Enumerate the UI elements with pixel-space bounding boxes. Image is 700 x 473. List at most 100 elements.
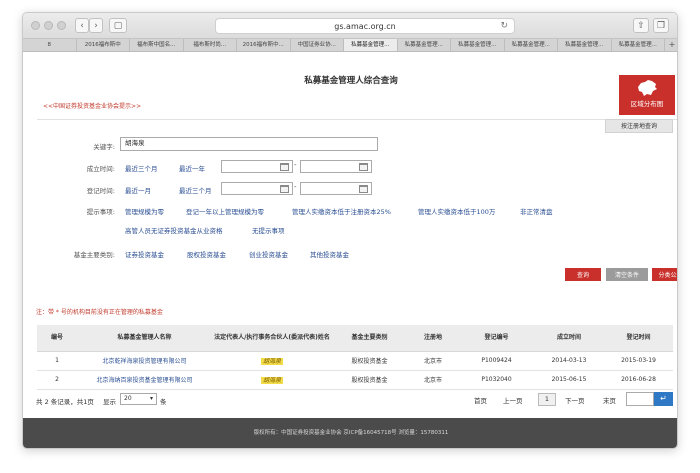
calendar-icon[interactable] (359, 185, 368, 193)
chevron-down-icon: ▾ (149, 395, 153, 402)
classify-publicity-button[interactable]: 分类公示 (652, 268, 677, 281)
cell-location: 北京市 (407, 351, 459, 371)
current-page[interactable]: 1 (538, 393, 556, 406)
browser-tab[interactable]: 私募基金管理... (398, 39, 451, 51)
cell-legal-rep: 胡海泉 (212, 351, 332, 371)
tips-label: 提示事项: (86, 208, 115, 216)
cell-manager-link[interactable]: 北京乾祥海泉投资管理有限公司 (77, 351, 212, 371)
back-button[interactable]: ‹ (75, 18, 89, 33)
tip-no-qualification-link[interactable]: 高管人员无证券投资基金从业资格 (125, 225, 223, 235)
association-hint-link[interactable]: <<中国证券投资基金业协会提示>> (43, 101, 141, 110)
category-securities-link[interactable]: 证券投资基金 (125, 249, 164, 259)
browser-tab-active[interactable]: 私募基金管理... (344, 39, 398, 51)
tip-zero-scale-link[interactable]: 管理规模为零 (125, 206, 164, 216)
page-size-select[interactable]: 20 ▾ (120, 393, 157, 405)
browser-tab[interactable]: 中国证券业协... (291, 39, 344, 51)
established-end-date-input[interactable] (300, 160, 372, 173)
browser-tab[interactable]: 福布斯时尚... (184, 39, 237, 51)
minimize-window-button[interactable] (44, 21, 53, 30)
sidebar-toggle-button[interactable]: ▢ (109, 18, 127, 33)
browser-tab[interactable]: 私募基金管理... (451, 39, 505, 51)
clear-conditions-button[interactable]: 清空条件 (606, 268, 648, 281)
highlighted-keyword: 胡海泉 (260, 377, 283, 384)
url-text: gs.amac.org.cn (334, 21, 396, 31)
category-venture-link[interactable]: 创业投资基金 (249, 249, 288, 259)
cell-manager-link[interactable]: 北京海纳百泉投资基金管理有限公司 (77, 370, 212, 390)
first-page-button[interactable]: 首页 (474, 395, 487, 405)
register-place-tab[interactable]: 按注册地查询 (605, 119, 673, 133)
registered-last-3-months-link[interactable]: 最近三个月 (179, 185, 212, 195)
last-page-button[interactable]: 末页 (603, 395, 616, 405)
registered-label: 登记时间: (86, 187, 115, 195)
region-map-label: 区域分布图 (630, 100, 664, 108)
forward-button[interactable]: › (89, 18, 103, 33)
date-range-dash: - (294, 183, 297, 191)
established-start-date-input[interactable] (221, 160, 293, 173)
browser-tab[interactable]: 私募基金管理... (612, 39, 665, 51)
table-row: 1 北京乾祥海泉投资管理有限公司 胡海泉 股权投资基金 北京市 P1009424… (37, 351, 673, 371)
page-size-value: 20 (124, 395, 132, 402)
page-jump-button[interactable]: ↵ (654, 392, 673, 406)
col-header-manager[interactable]: 私募基金管理人名称 (77, 325, 212, 352)
cell-reg-number: P1032040 (459, 370, 534, 390)
date-range-dash: - (294, 161, 297, 169)
tip-capital-below-100w-link[interactable]: 管理人实缴资本低于100万 (418, 206, 495, 216)
tab-bar: 8 2016福布斯中 福布斯中国名... 福布斯时尚... 2016福布斯中..… (23, 39, 677, 52)
cell-number: 1 (37, 351, 77, 371)
page-content: 私募基金管理人综合查询 <<中国证券投资基金业协会提示>> 区域分布图 按注册地… (23, 53, 677, 448)
table-row: 2 北京海纳百泉投资基金管理有限公司 胡海泉 股权投资基金 北京市 P10320… (37, 370, 673, 390)
category-other-link[interactable]: 其他投资基金 (310, 249, 349, 259)
share-button[interactable]: ⇧ (633, 18, 649, 33)
browser-tab[interactable]: 8 (23, 39, 77, 51)
tip-zero-scale-one-year-link[interactable]: 登记一年以上管理规模为零 (186, 206, 264, 216)
next-page-button[interactable]: 下一页 (565, 395, 585, 405)
col-header-number[interactable]: 编号 (37, 325, 77, 352)
table-header-row: 编号 私募基金管理人名称 法定代表人/执行事务合伙人(委派代表)姓名 基金主要类… (37, 325, 673, 352)
address-bar[interactable]: gs.amac.org.cn ↻ (215, 18, 515, 34)
browser-window: ‹ › ▢ gs.amac.org.cn ↻ ⇧ ❐ 8 2016福布斯中 福布… (22, 12, 678, 449)
browser-tab[interactable]: 私募基金管理... (505, 39, 558, 51)
asterisk-note: 注：带 * 号的机构目前没有正在管理的私募基金 (36, 309, 163, 316)
share-icon: ⇧ (637, 20, 645, 31)
col-header-registered[interactable]: 登记时间 (604, 325, 673, 352)
record-summary: 共 2 条记录，共1页 (36, 398, 94, 406)
calendar-icon[interactable] (359, 163, 368, 171)
tip-none-link[interactable]: 无提示事项 (252, 225, 285, 235)
col-header-category[interactable]: 基金主要类别 (332, 325, 407, 352)
registered-end-date-input[interactable] (300, 182, 372, 195)
calendar-icon[interactable] (280, 185, 289, 193)
browser-tab[interactable]: 2016福布斯中 (77, 39, 130, 51)
calendar-icon[interactable] (280, 163, 289, 171)
close-window-button[interactable] (31, 21, 40, 30)
browser-tab[interactable]: 私募基金管理... (558, 39, 612, 51)
keyword-input[interactable]: 胡海泉 (120, 137, 378, 151)
page-jump-input[interactable] (626, 392, 654, 406)
zoom-window-button[interactable] (57, 21, 66, 30)
browser-tab[interactable]: 2016福布斯中... (237, 39, 291, 51)
region-map-button[interactable]: 区域分布图 (619, 75, 675, 115)
browser-tab[interactable]: 福布斯中国名... (130, 39, 184, 51)
registered-start-date-input[interactable] (221, 182, 293, 195)
tip-abnormal-liquidation-link[interactable]: 非正常清盘 (520, 206, 553, 216)
established-last-3-months-link[interactable]: 最近三个月 (125, 163, 158, 173)
page-size-label: 显示 (103, 398, 116, 406)
cell-category: 股权投资基金 (332, 370, 407, 390)
cell-established: 2015-06-15 (534, 370, 604, 390)
reload-icon[interactable]: ↻ (500, 21, 508, 31)
cell-registered: 2015-03-19 (604, 351, 673, 371)
established-last-year-link[interactable]: 最近一年 (179, 163, 205, 173)
col-header-legal-rep[interactable]: 法定代表人/执行事务合伙人(委派代表)姓名 (212, 325, 332, 352)
tabs-overview-button[interactable]: ❐ (653, 18, 669, 33)
browser-titlebar: ‹ › ▢ gs.amac.org.cn ↻ ⇧ ❐ (23, 13, 677, 39)
tip-capital-below-25-link[interactable]: 管理人实缴资本低于注册资本25% (292, 206, 391, 216)
page-title: 私募基金管理人综合查询 (304, 76, 398, 86)
cell-registered: 2016-06-28 (604, 370, 673, 390)
col-header-location[interactable]: 注册地 (407, 325, 459, 352)
registered-last-month-link[interactable]: 最近一月 (125, 185, 151, 195)
category-equity-link[interactable]: 股权投资基金 (187, 249, 226, 259)
new-tab-button[interactable]: + (665, 39, 677, 51)
col-header-established[interactable]: 成立时间 (534, 325, 604, 352)
prev-page-button[interactable]: 上一页 (503, 395, 523, 405)
col-header-reg-number[interactable]: 登记编号 (459, 325, 534, 352)
query-button[interactable]: 查询 (565, 268, 601, 281)
